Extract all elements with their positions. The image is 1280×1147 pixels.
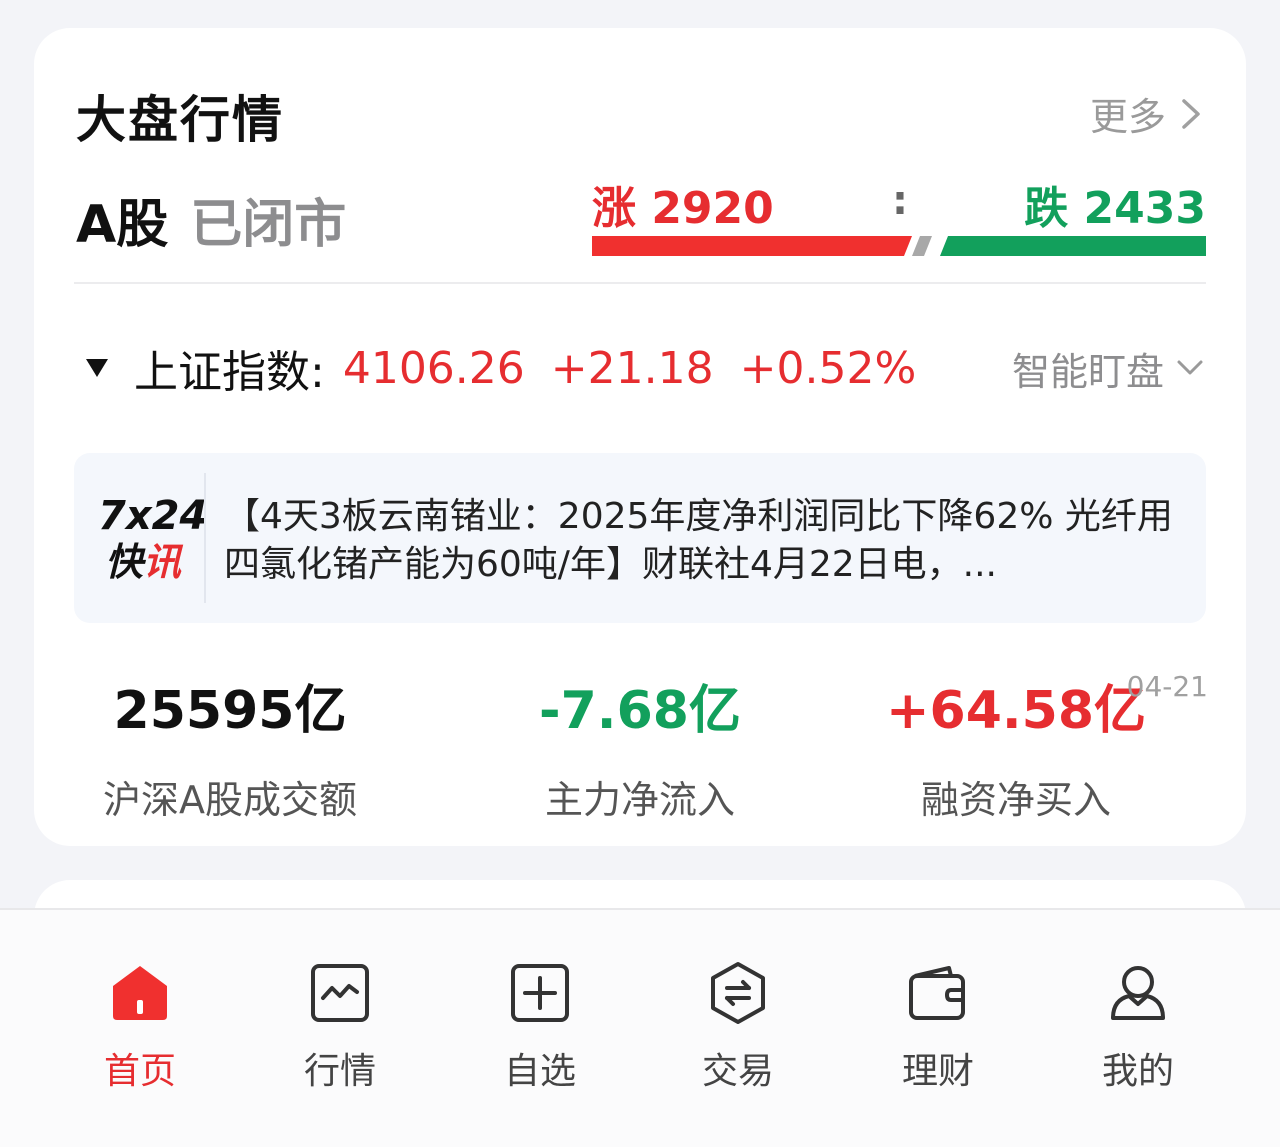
chevron-right-icon bbox=[1182, 98, 1200, 129]
news-headline[interactable]: 【4天3板云南锗业：2025年度净利润同比下降62% 光纤用四氯化锗产能为60吨… bbox=[224, 493, 1184, 589]
news-flash-logo: 7x24 快讯 bbox=[98, 493, 208, 584]
tab-label: 理财 bbox=[901, 1051, 974, 1092]
tab-label: 自选 bbox=[503, 1051, 576, 1092]
index-percent: +0.52% bbox=[739, 342, 917, 394]
advance-decline-bar bbox=[592, 236, 1206, 256]
tab-label: 行情 bbox=[303, 1051, 376, 1092]
stat-value: -7.68亿 bbox=[539, 681, 741, 741]
news-separator bbox=[204, 473, 206, 603]
smart-watch-dropdown[interactable]: 智能盯盘 bbox=[1012, 341, 1204, 396]
market-status-row: A股 已闭市 bbox=[76, 182, 346, 257]
index-name: 上证指数: bbox=[134, 347, 325, 398]
market-stats: 25595亿 沪深A股成交额 -7.68亿 主力净流入 +64.58亿 融资净买… bbox=[74, 668, 1208, 822]
exchange-icon bbox=[711, 962, 765, 1024]
card-title: 大盘行情 bbox=[76, 91, 284, 149]
triangle-down-icon[interactable] bbox=[86, 359, 108, 377]
divider bbox=[74, 282, 1206, 284]
index-value: 4106.26 bbox=[342, 342, 525, 394]
index-row[interactable]: 上证指数: 4106.26 +21.18 +0.52% 智能盯盘 bbox=[86, 336, 1204, 400]
tab-watchlist[interactable]: 自选 bbox=[460, 960, 620, 1094]
decline-bar bbox=[940, 236, 1206, 256]
news-flash-banner[interactable]: 7x24 快讯 【4天3板云南锗业：2025年度净利润同比下降62% 光纤用四氯… bbox=[74, 453, 1206, 623]
tab-wealth[interactable]: 理财 bbox=[858, 960, 1018, 1094]
chevron-down-icon bbox=[1177, 360, 1203, 375]
smart-watch-label: 智能盯盘 bbox=[1011, 349, 1164, 394]
market-overview-card: 大盘行情 更多 A股 已闭市 涨 2920 : 跌 2433 上证指数: 410… bbox=[34, 28, 1246, 846]
advance-bar bbox=[592, 236, 912, 256]
stat-date: 04-21 bbox=[1126, 670, 1208, 703]
tab-trade[interactable]: 交易 bbox=[658, 960, 818, 1094]
tab-me[interactable]: 我的 bbox=[1058, 960, 1218, 1094]
user-icon bbox=[1111, 966, 1165, 1020]
neutral-bar bbox=[912, 236, 932, 256]
tab-label: 首页 bbox=[103, 1051, 176, 1092]
bottom-tab-bar: 首页 行情 自选 交易 理财 我的 bbox=[0, 908, 1280, 1147]
add-box-icon bbox=[511, 964, 569, 1022]
market-name: A股 bbox=[76, 195, 169, 255]
decline-count: 跌 2433 bbox=[1024, 183, 1206, 234]
stat-label: 主力净流入 bbox=[544, 778, 735, 822]
stat-label: 融资净买入 bbox=[920, 778, 1111, 822]
wallet-icon bbox=[909, 966, 965, 1020]
more-label: 更多 bbox=[1089, 95, 1166, 139]
chart-icon bbox=[311, 964, 369, 1022]
stat-label: 沪深A股成交额 bbox=[103, 778, 357, 822]
advance-count: 涨 2920 bbox=[592, 183, 774, 234]
advance-decline-widget[interactable]: 涨 2920 : 跌 2433 bbox=[592, 172, 1206, 262]
stat-main-net-inflow[interactable]: -7.68亿 主力净流入 bbox=[450, 668, 830, 824]
index-change: +21.18 bbox=[550, 342, 714, 394]
stat-value: 25595亿 bbox=[113, 681, 347, 741]
ratio-separator: : bbox=[892, 178, 908, 224]
tab-label: 交易 bbox=[701, 1051, 774, 1092]
stat-turnover[interactable]: 25595亿 沪深A股成交额 bbox=[40, 668, 420, 824]
more-link[interactable]: 更多 bbox=[1090, 86, 1206, 141]
home-icon bbox=[113, 966, 167, 1020]
tab-home[interactable]: 首页 bbox=[60, 960, 220, 1094]
tab-market[interactable]: 行情 bbox=[260, 960, 420, 1094]
market-status: 已闭市 bbox=[190, 195, 347, 255]
tab-label: 我的 bbox=[1101, 1051, 1174, 1092]
